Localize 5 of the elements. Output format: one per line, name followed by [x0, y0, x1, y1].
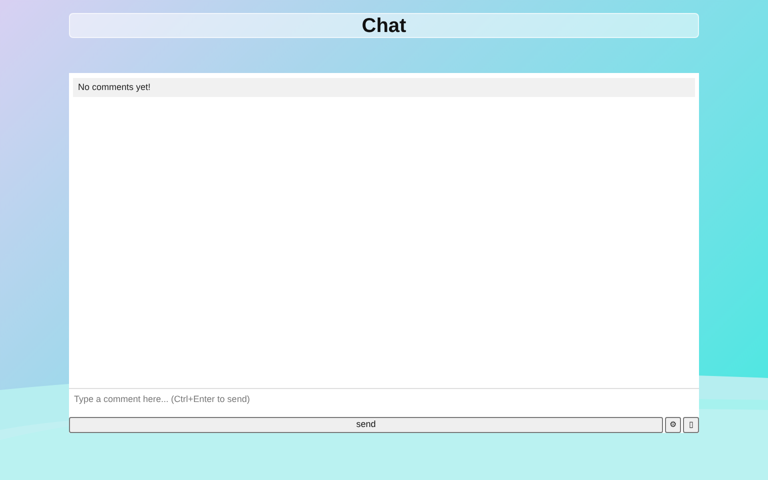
toolbar-button[interactable]: ▯ — [683, 417, 699, 433]
empty-message: No comments yet! — [73, 78, 695, 97]
chat-title: Chat — [362, 14, 406, 38]
toolbar-button[interactable]: ⚙ — [665, 417, 681, 433]
send-button[interactable]: send — [69, 417, 663, 433]
